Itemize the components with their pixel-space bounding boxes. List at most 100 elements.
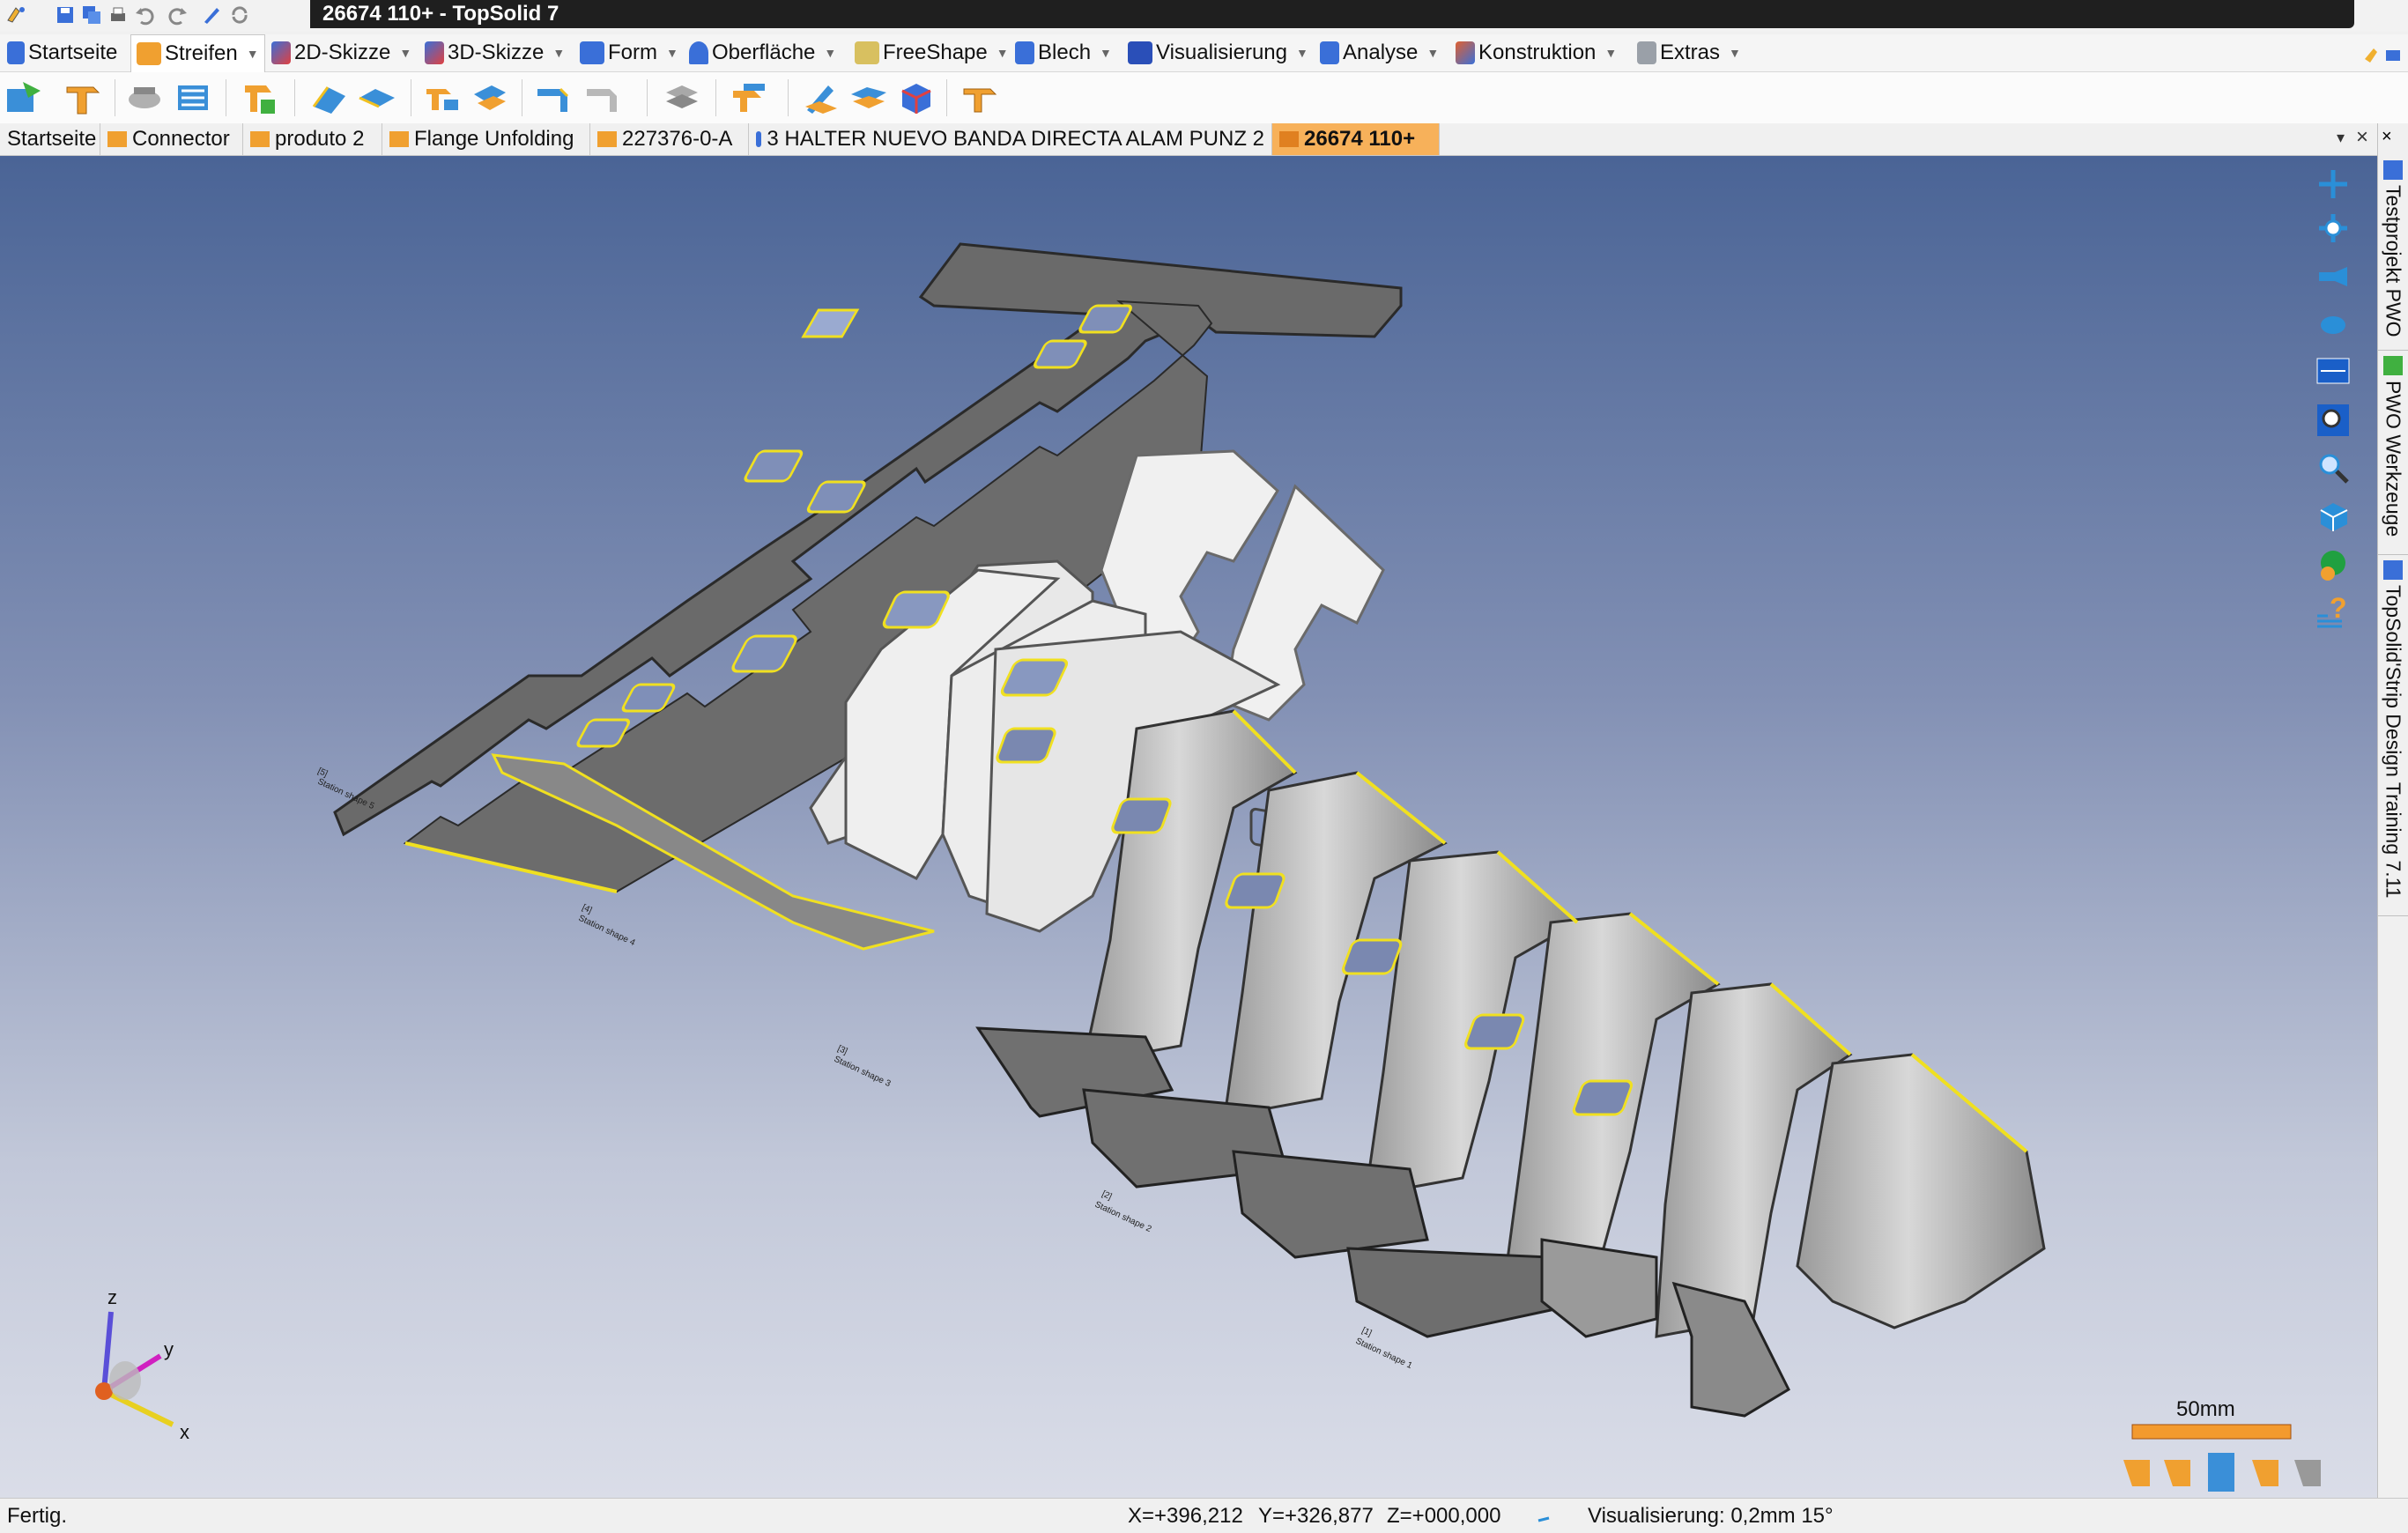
save-all-icon[interactable] (79, 4, 104, 26)
doc-tab-label: 26674 110+ (1304, 127, 1416, 151)
dock-tab-pwo-werkzeuge[interactable]: PWO Werkzeuge (2378, 351, 2408, 555)
pencil-3d-icon (425, 41, 444, 64)
station-label-4: Station shape 4 (577, 914, 637, 949)
unfold-icon[interactable] (356, 78, 398, 118)
save-icon[interactable] (53, 4, 78, 26)
project-icon (2383, 160, 2403, 180)
redo-icon[interactable] (166, 4, 190, 26)
station-add-icon[interactable] (238, 78, 280, 118)
dock-close-icon[interactable]: × (2382, 127, 2392, 147)
add-view-icon[interactable] (2310, 163, 2356, 205)
zoom-icon[interactable] (2310, 447, 2356, 489)
tool-icon[interactable] (959, 78, 1001, 118)
chevron-down-icon: ▼ (1100, 46, 1112, 60)
menu-startseite[interactable]: Startseite (2, 34, 117, 71)
menu-oberflaeche[interactable]: Oberfläche ▼ (684, 34, 836, 71)
pencil-2d-icon (271, 41, 291, 64)
chevron-down-icon: ▼ (1426, 46, 1440, 60)
doc-tab-label: Flange Unfolding (414, 127, 574, 151)
menu-3d-skizze[interactable]: 3D-Skizze ▼ (419, 34, 565, 71)
light-icon[interactable] (2310, 302, 2356, 344)
menu-konstruktion[interactable]: Konstruktion ▼ (1450, 34, 1617, 71)
chevron-down-icon: ▼ (666, 46, 678, 60)
menu-extras[interactable]: Extras ▼ (1632, 34, 1741, 71)
doc-tab-produto-2[interactable]: produto 2 (243, 123, 382, 155)
print-icon[interactable] (106, 4, 130, 26)
window-title: 26674 110+ - TopSolid 7 (310, 0, 2354, 28)
layer-icon[interactable] (661, 78, 703, 118)
3d-viewport[interactable]: [5] Station shape 5 [4] Station shape 4 … (0, 156, 2377, 1498)
window-controls[interactable] (2361, 40, 2404, 66)
tab-list-chevron-icon[interactable]: ▾ (2337, 129, 2345, 147)
carrier-icon[interactable] (123, 78, 166, 118)
axis-label-z: z (107, 1286, 117, 1308)
block-icon[interactable] (895, 78, 937, 118)
menu-visualisierung[interactable]: Visualisierung ▼ (1122, 34, 1308, 71)
menu-streifen[interactable]: Streifen ▼ (130, 34, 265, 72)
station-label-1: Station shape 1 (1354, 1337, 1414, 1372)
coord-y: Y=+326,877 (1258, 1504, 1374, 1528)
status-bar: Fertig. X=+396,212 Y=+326,877 Z=+000,000… (0, 1498, 2408, 1533)
menu-form[interactable]: Form ▼ (574, 34, 678, 71)
camera-icon[interactable] (2310, 255, 2356, 297)
die-icon[interactable] (728, 78, 770, 118)
menu-blech[interactable]: Blech ▼ (1010, 34, 1112, 71)
doc-tab-227376[interactable]: 227376-0-A (590, 123, 749, 155)
pan-icon[interactable] (2310, 207, 2356, 249)
sketch-draw-icon[interactable] (800, 78, 842, 118)
bend-icon[interactable] (308, 78, 351, 118)
menu-label: Oberfläche (712, 41, 816, 64)
dock-tab-testprojekt[interactable]: Testprojekt PWO (2378, 155, 2408, 351)
help-icon[interactable]: ? (2310, 591, 2356, 633)
bent-stations (975, 709, 2046, 1418)
visualization-icon (1537, 1506, 1551, 1530)
menu-label: FreeShape (883, 41, 988, 64)
doc-tab-startseite[interactable]: Startseite (0, 123, 100, 155)
undo-icon[interactable] (132, 4, 157, 26)
chevron-down-icon: ▼ (1295, 46, 1308, 60)
doc-tab-label: 227376-0-A (622, 127, 733, 151)
strip-model-graphic: [5] Station shape 5 [4] Station shape 4 … (95, 242, 2321, 1492)
sketch-pencil-icon[interactable] (199, 4, 224, 26)
station-number-1: [1] (1360, 1326, 1374, 1339)
menu-label: Visualisierung (1156, 41, 1287, 64)
construction-icon (1456, 41, 1475, 64)
display-icon (1128, 41, 1152, 64)
strip-update-icon[interactable] (4, 78, 46, 118)
menu-label: Blech (1038, 41, 1092, 64)
menu-2d-skizze[interactable]: 2D-Skizze ▼ (266, 34, 411, 71)
strip-icon (1279, 131, 1299, 147)
menu-label: 3D-Skizze (448, 41, 545, 64)
doc-tab-halter[interactable]: 3 HALTER NUEVO BANDA DIRECTA ALAM PUNZ 2 (749, 123, 1272, 155)
doc-tab-26674[interactable]: 26674 110+ (1272, 123, 1440, 155)
menu-label: Form (608, 41, 657, 64)
doc-tab-flange-unfolding[interactable]: Flange Unfolding (382, 123, 590, 155)
strip-layout-icon[interactable] (173, 78, 215, 118)
project-icon (2383, 560, 2403, 580)
strip-icon (107, 131, 127, 147)
doc-tab-label: Connector (132, 127, 230, 151)
flange-icon[interactable] (532, 78, 574, 118)
shape-icon[interactable] (848, 78, 890, 118)
app-menu-icon[interactable] (4, 4, 28, 26)
close-tab-icon[interactable]: × (2356, 125, 2368, 150)
strip-part-icon[interactable] (62, 78, 104, 118)
view-cube-icon[interactable] (2310, 494, 2356, 537)
station-label-2: Station shape 2 (1093, 1200, 1153, 1235)
flange-gray-icon[interactable] (582, 78, 624, 118)
dock-tab-strip-design-training[interactable]: TopSolid'Strip Design Training 7.11 (2378, 555, 2408, 916)
visualization-settings[interactable]: Visualisierung: 0,2mm 15° (1588, 1504, 1834, 1529)
doc-tab-connector[interactable]: Connector (100, 123, 243, 155)
punch-icon[interactable] (469, 78, 511, 118)
cut-icon[interactable] (421, 78, 463, 118)
color-icon[interactable] (2310, 544, 2356, 586)
menu-analyse[interactable]: Analyse ▼ (1315, 34, 1439, 71)
refresh-icon[interactable] (227, 4, 252, 26)
zoom-window-icon[interactable] (2310, 399, 2356, 441)
display-mode-icon[interactable] (2310, 350, 2356, 392)
strip-icon (250, 131, 270, 147)
menu-freeshape[interactable]: FreeShape ▼ (849, 34, 1009, 71)
dock-tab-label: TopSolid'Strip Design Training 7.11 (2382, 585, 2405, 899)
menu-label: Streifen (165, 41, 238, 65)
menu-label: Analyse (1343, 41, 1419, 64)
